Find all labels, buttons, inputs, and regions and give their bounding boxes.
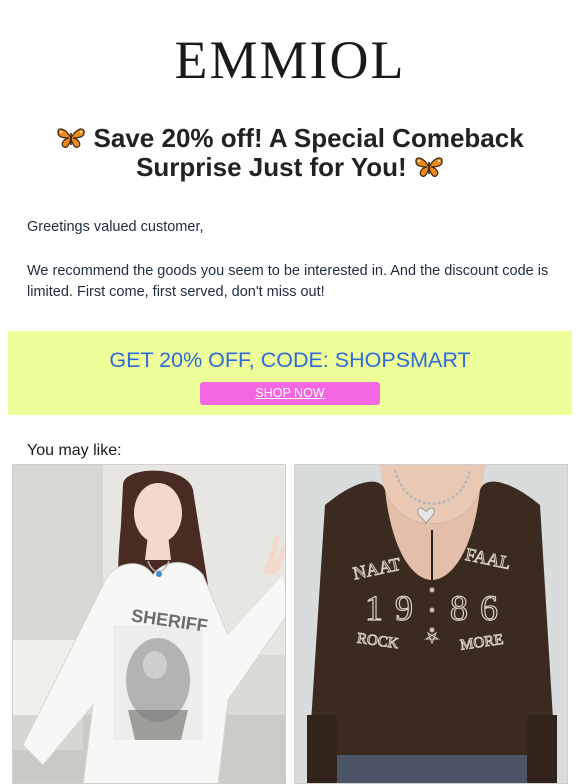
shop-now-button[interactable]: SHOP NOW — [200, 382, 380, 405]
recommend-heading: You may like: — [27, 442, 122, 459]
headline-line-2: Surprise Just for You! — [30, 153, 550, 182]
headline-line-1: Save 20% off! A Special Comeback — [30, 124, 550, 153]
butterfly-icon — [57, 128, 85, 148]
brand-logo[interactable]: EMMIOL — [0, 30, 580, 90]
headline-text-1: Save 20% off! A Special Comeback — [93, 123, 524, 153]
intro-text: We recommend the goods you seem to be in… — [27, 263, 549, 300]
headline: Save 20% off! A Special Comeback Surpris… — [30, 124, 550, 182]
promo-banner: GET 20% OFF, CODE: SHOPSMART SHOP NOW — [8, 331, 572, 415]
email-body: EMMIOL Save 20% off! A Special Comeback … — [0, 0, 580, 784]
product-image-brown-henley[interactable]: NAAT FAAL 1 9 8 6 ROCK MORE — [295, 465, 568, 784]
product-2-year-digit-4: 6 — [480, 588, 498, 628]
product-card-2[interactable]: NAAT FAAL 1 9 8 6 ROCK MORE — [294, 464, 568, 784]
greeting-text: Greetings valued customer, — [27, 219, 204, 235]
promo-code-text: GET 20% OFF, CODE: SHOPSMART — [109, 348, 471, 372]
product-2-year-digit-2: 9 — [395, 588, 413, 628]
product-2-year-digit-3: 8 — [450, 588, 468, 628]
product-card-1[interactable]: SHERIFF — [12, 464, 286, 784]
butterfly-icon — [415, 157, 443, 177]
product-image-white-tee[interactable]: SHERIFF — [13, 465, 286, 784]
product-2-year-digit-1: 1 — [365, 588, 383, 628]
headline-text-2: Surprise Just for You! — [136, 152, 407, 182]
